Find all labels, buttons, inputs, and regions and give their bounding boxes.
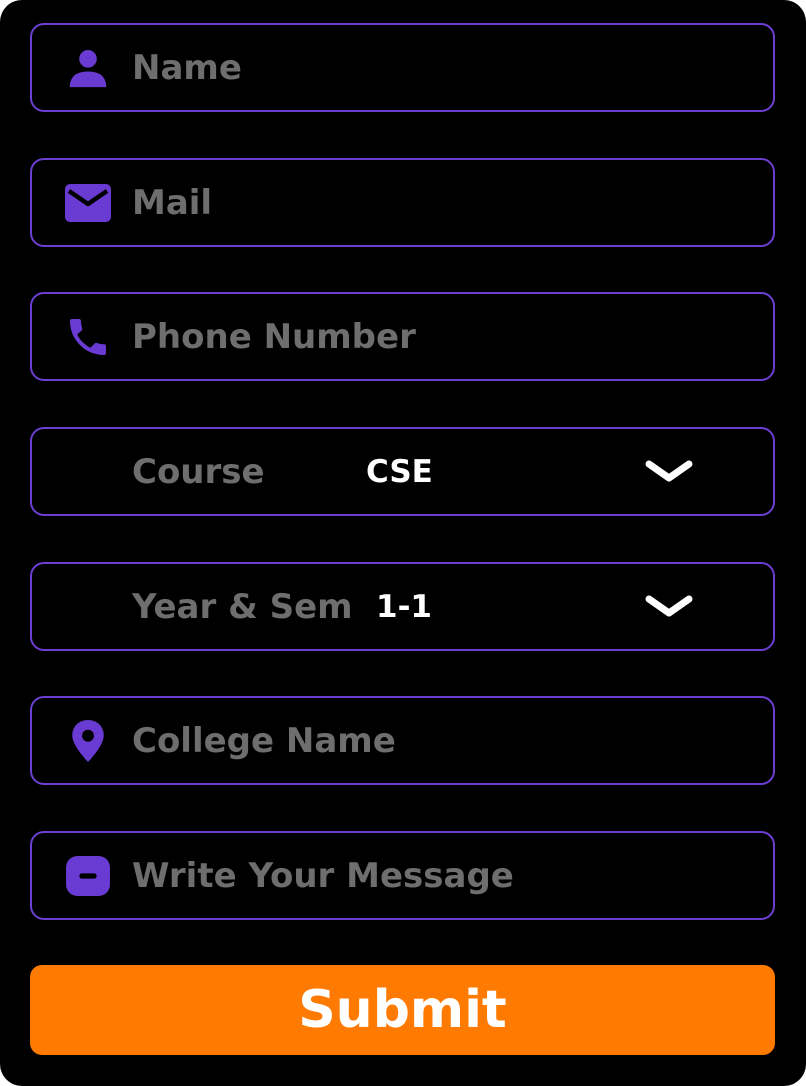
mail-field[interactable]: Mail xyxy=(30,158,775,247)
chevron-down-icon[interactable] xyxy=(644,457,694,487)
course-select[interactable]: Course CSE xyxy=(30,427,775,516)
college-field[interactable]: College Name xyxy=(30,696,775,785)
year-sem-select[interactable]: Year & Sem 1-1 xyxy=(30,562,775,651)
contact-form: Name Mail Phone Number Course CSE Year &… xyxy=(0,0,806,1086)
phone-placeholder: Phone Number xyxy=(132,316,416,357)
person-icon xyxy=(62,42,114,94)
location-pin-icon xyxy=(62,715,114,767)
name-placeholder: Name xyxy=(132,47,242,88)
mail-placeholder: Mail xyxy=(132,182,213,223)
message-field[interactable]: Write Your Message xyxy=(30,831,775,920)
phone-field[interactable]: Phone Number xyxy=(30,292,775,381)
submit-button[interactable]: Submit xyxy=(30,965,775,1055)
chevron-down-icon[interactable] xyxy=(644,592,694,622)
college-placeholder: College Name xyxy=(132,720,396,761)
course-value: CSE xyxy=(366,453,433,490)
year-sem-value: 1-1 xyxy=(376,588,433,625)
mail-icon xyxy=(62,177,114,229)
name-field[interactable]: Name xyxy=(30,23,775,112)
message-icon xyxy=(62,850,114,902)
message-placeholder: Write Your Message xyxy=(132,855,514,896)
phone-icon xyxy=(62,311,114,363)
course-label: Course xyxy=(132,451,265,492)
year-sem-label: Year & Sem xyxy=(132,586,353,627)
